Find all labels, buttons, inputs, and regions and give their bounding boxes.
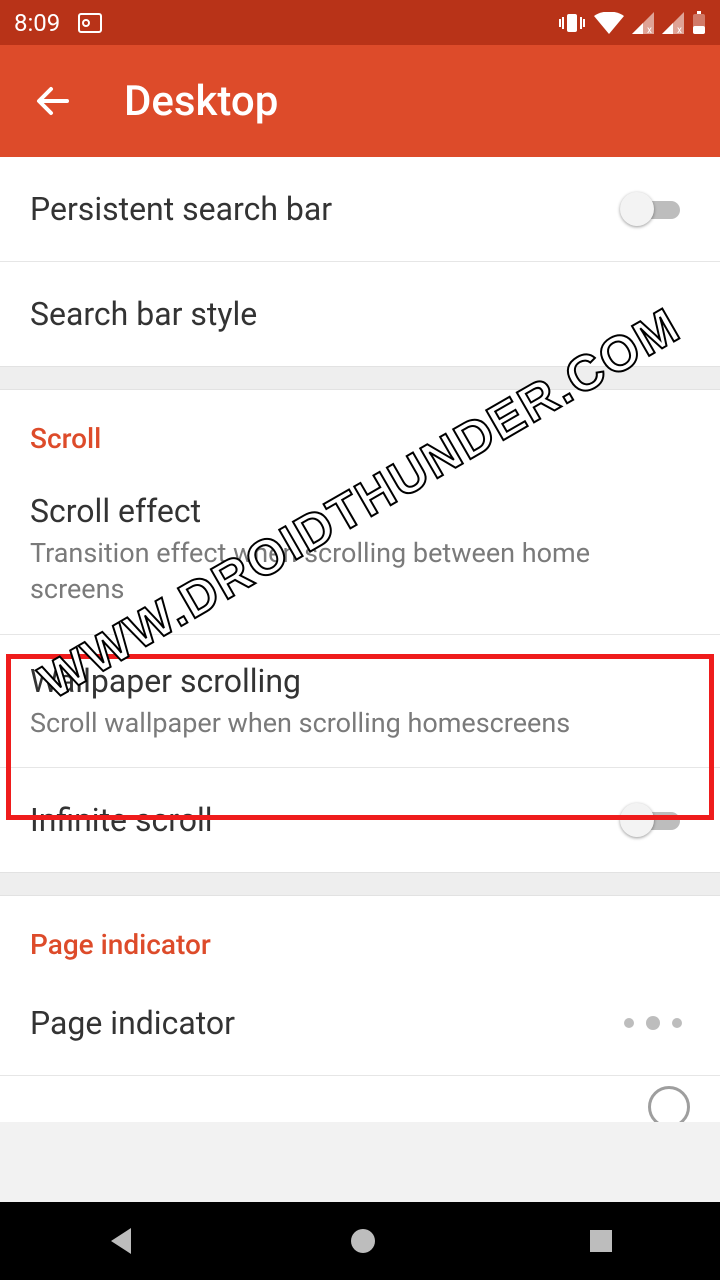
nav-recents-button[interactable] [587, 1227, 615, 1255]
status-bar: 8:09 x x [0, 0, 720, 45]
row-infinite-scroll[interactable]: Infinite scroll [0, 768, 720, 872]
row-title: Infinite scroll [30, 800, 620, 840]
signal-2-icon: x [662, 12, 684, 34]
row-search-bar-style[interactable]: Search bar style [0, 262, 720, 366]
nav-home-button[interactable] [348, 1226, 378, 1256]
row-title: Wallpaper scrolling [30, 661, 690, 701]
row-title: Persistent search bar [30, 189, 620, 229]
section-page-indicator: Page indicator Page indicator [0, 896, 720, 1122]
row-scroll-effect[interactable]: Scroll effect Transition effect when scr… [0, 465, 720, 634]
row-title: Page indicator [30, 1003, 624, 1043]
status-time: 8:09 [14, 9, 60, 37]
page-indicator-preview [624, 1016, 690, 1030]
row-subtitle: Scroll wallpaper when scrolling homescre… [30, 705, 690, 741]
row-title: Scroll effect [30, 491, 690, 531]
row-subtitle: Transition effect when scrolling between… [30, 535, 690, 608]
ring-icon [648, 1086, 690, 1122]
section-header-page-indicator: Page indicator [0, 896, 720, 971]
nav-home-icon [348, 1226, 378, 1256]
page-title: Desktop [124, 77, 278, 126]
section-gap [0, 872, 720, 896]
row-title: Search bar style [30, 294, 690, 334]
row-wallpaper-scrolling[interactable]: Wallpaper scrolling Scroll wallpaper whe… [0, 635, 720, 767]
section-general: Persistent search bar Search bar style [0, 157, 720, 366]
arrow-left-icon [33, 81, 73, 121]
app-bar: Desktop [0, 45, 720, 157]
row-persistent-search-bar[interactable]: Persistent search bar [0, 157, 720, 261]
row-page-indicator[interactable]: Page indicator [0, 971, 720, 1075]
battery-icon [692, 11, 706, 35]
nav-back-icon [105, 1224, 139, 1258]
back-button[interactable] [30, 78, 76, 124]
nav-recents-icon [587, 1227, 615, 1255]
android-nav-bar [0, 1202, 720, 1280]
section-scroll: Scroll Scroll effect Transition effect w… [0, 390, 720, 872]
section-header-scroll: Scroll [0, 390, 720, 465]
vibrate-icon [558, 12, 586, 34]
card-icon [78, 13, 102, 33]
nav-back-button[interactable] [105, 1224, 139, 1258]
signal-1-icon: x [632, 12, 654, 34]
wifi-icon [594, 12, 624, 34]
svg-text:x: x [677, 25, 682, 34]
svg-text:x: x [647, 25, 652, 34]
section-gap [0, 366, 720, 390]
row-cutoff[interactable] [0, 1076, 720, 1122]
toggle-infinite-scroll[interactable] [620, 800, 690, 840]
toggle-persistent-search-bar[interactable] [620, 189, 690, 229]
